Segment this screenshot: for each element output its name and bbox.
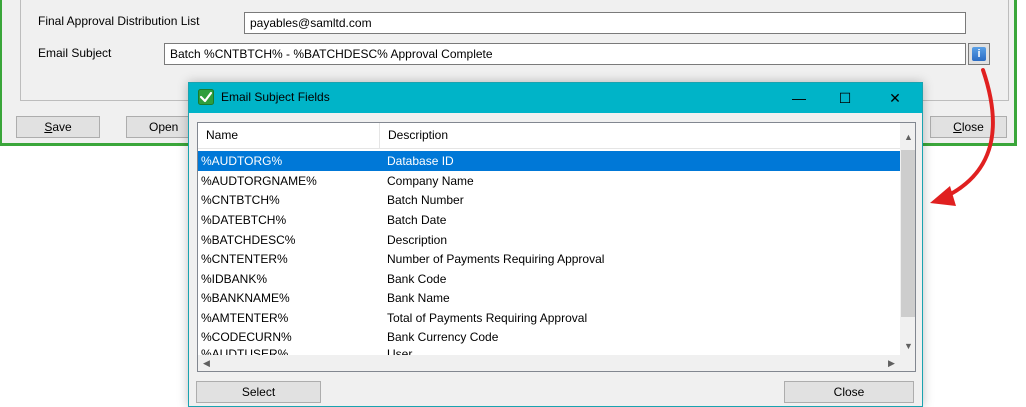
column-header-name[interactable]: Name <box>206 128 238 142</box>
scroll-left-icon[interactable]: ◀ <box>198 355 215 371</box>
row-name: %DATEBTCH% <box>201 213 287 227</box>
horizontal-scroll-thumb[interactable] <box>215 356 883 371</box>
row-description: Bank Name <box>387 291 450 305</box>
list-item[interactable]: %BANKNAME% Bank Name <box>198 288 901 308</box>
final-approval-field[interactable]: payables@samltd.com <box>244 12 966 34</box>
final-approval-label: Final Approval Distribution List <box>38 14 200 28</box>
row-description: Batch Number <box>387 193 464 207</box>
row-name: %CNTBTCH% <box>201 193 280 207</box>
maximize-button[interactable]: ☐ <box>822 83 868 113</box>
save-button[interactable]: Save <box>16 116 100 138</box>
list-item[interactable]: %IDBANK% Bank Code <box>198 269 901 289</box>
row-description: Database ID <box>387 154 454 168</box>
scrollbar-corner <box>900 355 915 371</box>
row-description: Batch Date <box>387 213 447 227</box>
app-icon <box>198 89 214 105</box>
vertical-scroll-thumb[interactable] <box>901 150 915 317</box>
scroll-down-icon[interactable]: ▼ <box>900 338 915 355</box>
row-name: %AUDTORG% <box>201 154 283 168</box>
list-item[interactable]: %AUDTORGNAME% Company Name <box>198 171 901 191</box>
list-item[interactable]: %DATEBTCH% Batch Date <box>198 210 901 230</box>
close-button[interactable]: Close <box>930 116 1007 138</box>
list-item[interactable]: %BATCHDESC% Description <box>198 230 901 250</box>
row-name: %AUDTORGNAME% <box>201 174 317 188</box>
horizontal-scrollbar[interactable]: ◀ ▶ <box>198 355 900 371</box>
list-header: Name Description <box>198 123 901 149</box>
row-description: Bank Code <box>387 272 447 286</box>
save-label: ave <box>52 120 72 134</box>
row-description: Number of Payments Requiring Approval <box>387 252 605 266</box>
email-subject-fields-button[interactable]: i <box>968 43 990 65</box>
list-item[interactable]: %CNTENTER% Number of Payments Requiring … <box>198 249 901 269</box>
dialog-titlebar[interactable]: Email Subject Fields — ☐ ✕ <box>189 83 922 113</box>
email-subject-field[interactable]: Batch %CNTBTCH% - %BATCHDESC% Approval C… <box>164 43 966 65</box>
info-icon: i <box>972 47 986 61</box>
column-header-description[interactable]: Description <box>388 128 448 142</box>
list-item[interactable]: %AUDTORG% Database ID <box>198 151 901 171</box>
fields-list[interactable]: Name Description %AUDTORG% Database ID %… <box>197 122 916 372</box>
select-button[interactable]: Select <box>196 381 321 403</box>
minimize-button[interactable]: — <box>776 83 822 113</box>
column-separator[interactable] <box>379 123 380 148</box>
close-label: lose <box>961 120 984 134</box>
scroll-right-icon[interactable]: ▶ <box>883 355 900 371</box>
row-description: Company Name <box>387 174 474 188</box>
row-description: Description <box>387 233 448 247</box>
list-item[interactable]: %CNTBTCH% Batch Number <box>198 190 901 210</box>
scroll-up-icon[interactable]: ▲ <box>900 129 915 146</box>
row-description: Total of Payments Requiring Approval <box>387 311 588 325</box>
email-subject-fields-dialog: Email Subject Fields — ☐ ✕ Name Descript… <box>188 82 923 407</box>
dialog-title: Email Subject Fields <box>221 90 330 104</box>
vertical-scrollbar[interactable]: ▲ ▼ <box>900 123 915 355</box>
close-mnemonic: C <box>953 120 962 134</box>
open-label: Open <box>149 120 179 134</box>
row-name: %BANKNAME% <box>201 291 290 305</box>
row-name: %AMTENTER% <box>201 311 289 325</box>
row-name: %BATCHDESC% <box>201 233 296 247</box>
email-subject-label: Email Subject <box>38 46 112 60</box>
dialog-close-button[interactable]: ✕ <box>872 83 918 113</box>
list-item[interactable]: %AMTENTER% Total of Payments Requiring A… <box>198 308 901 328</box>
row-name: %CNTENTER% <box>201 252 288 266</box>
dialog-close-action-button[interactable]: Close <box>784 381 914 403</box>
row-name: %IDBANK% <box>201 272 268 286</box>
